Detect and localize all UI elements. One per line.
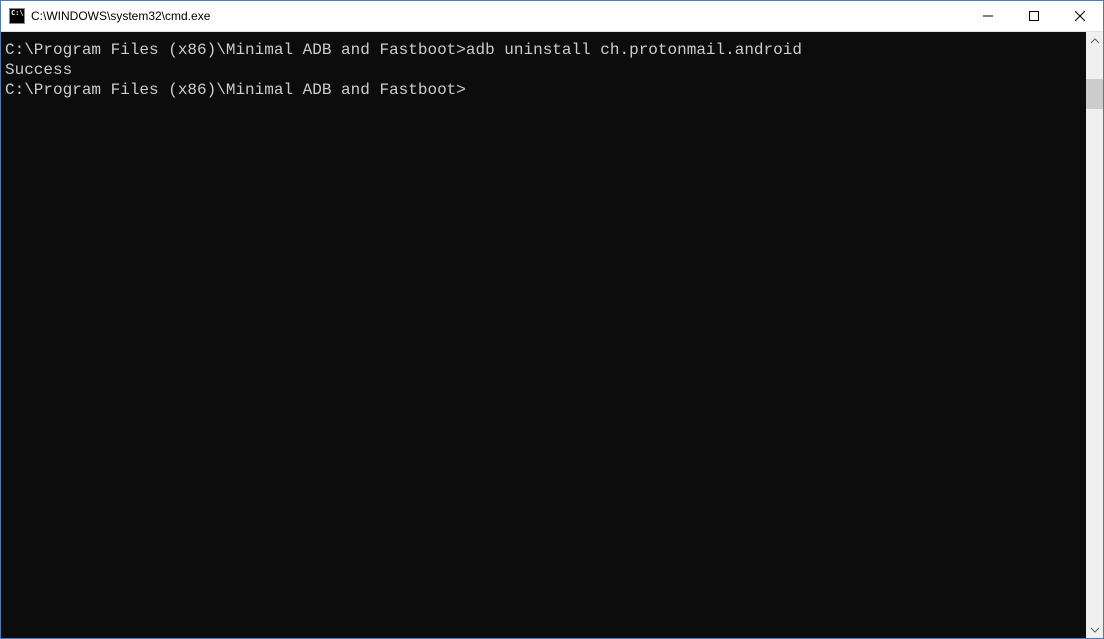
terminal-line: Success: [5, 60, 1086, 80]
terminal-line: C:\Program Files (x86)\Minimal ADB and F…: [5, 40, 1086, 60]
command-text: adb uninstall ch.protonmail.android: [466, 41, 802, 59]
minimize-icon: [983, 11, 993, 21]
window-controls: [965, 1, 1103, 31]
prompt-text: C:\Program Files (x86)\Minimal ADB and F…: [5, 41, 466, 59]
cmd-icon: C:\: [9, 8, 25, 24]
terminal-container: C:\Program Files (x86)\Minimal ADB and F…: [1, 32, 1103, 638]
titlebar[interactable]: C:\ C:\WINDOWS\system32\cmd.exe: [1, 1, 1103, 32]
chevron-up-icon: [1091, 37, 1099, 45]
maximize-button[interactable]: [1011, 1, 1057, 31]
scrollbar-down-button[interactable]: [1086, 621, 1103, 638]
terminal-line: C:\Program Files (x86)\Minimal ADB and F…: [5, 80, 1086, 100]
close-icon: [1075, 11, 1085, 21]
minimize-button[interactable]: [965, 1, 1011, 31]
vertical-scrollbar[interactable]: [1086, 32, 1103, 638]
chevron-down-icon: [1091, 626, 1099, 634]
scrollbar-thumb[interactable]: [1086, 79, 1103, 109]
scrollbar-up-button[interactable]: [1086, 32, 1103, 49]
close-button[interactable]: [1057, 1, 1103, 31]
scrollbar-track[interactable]: [1086, 49, 1103, 621]
window-title: C:\WINDOWS\system32\cmd.exe: [31, 9, 965, 23]
terminal-output[interactable]: C:\Program Files (x86)\Minimal ADB and F…: [1, 32, 1086, 638]
prompt-text: C:\Program Files (x86)\Minimal ADB and F…: [5, 81, 466, 99]
app-icon: C:\: [9, 8, 25, 24]
cmd-window: C:\ C:\WINDOWS\system32\cmd.exe: [0, 0, 1104, 639]
maximize-icon: [1029, 11, 1039, 21]
